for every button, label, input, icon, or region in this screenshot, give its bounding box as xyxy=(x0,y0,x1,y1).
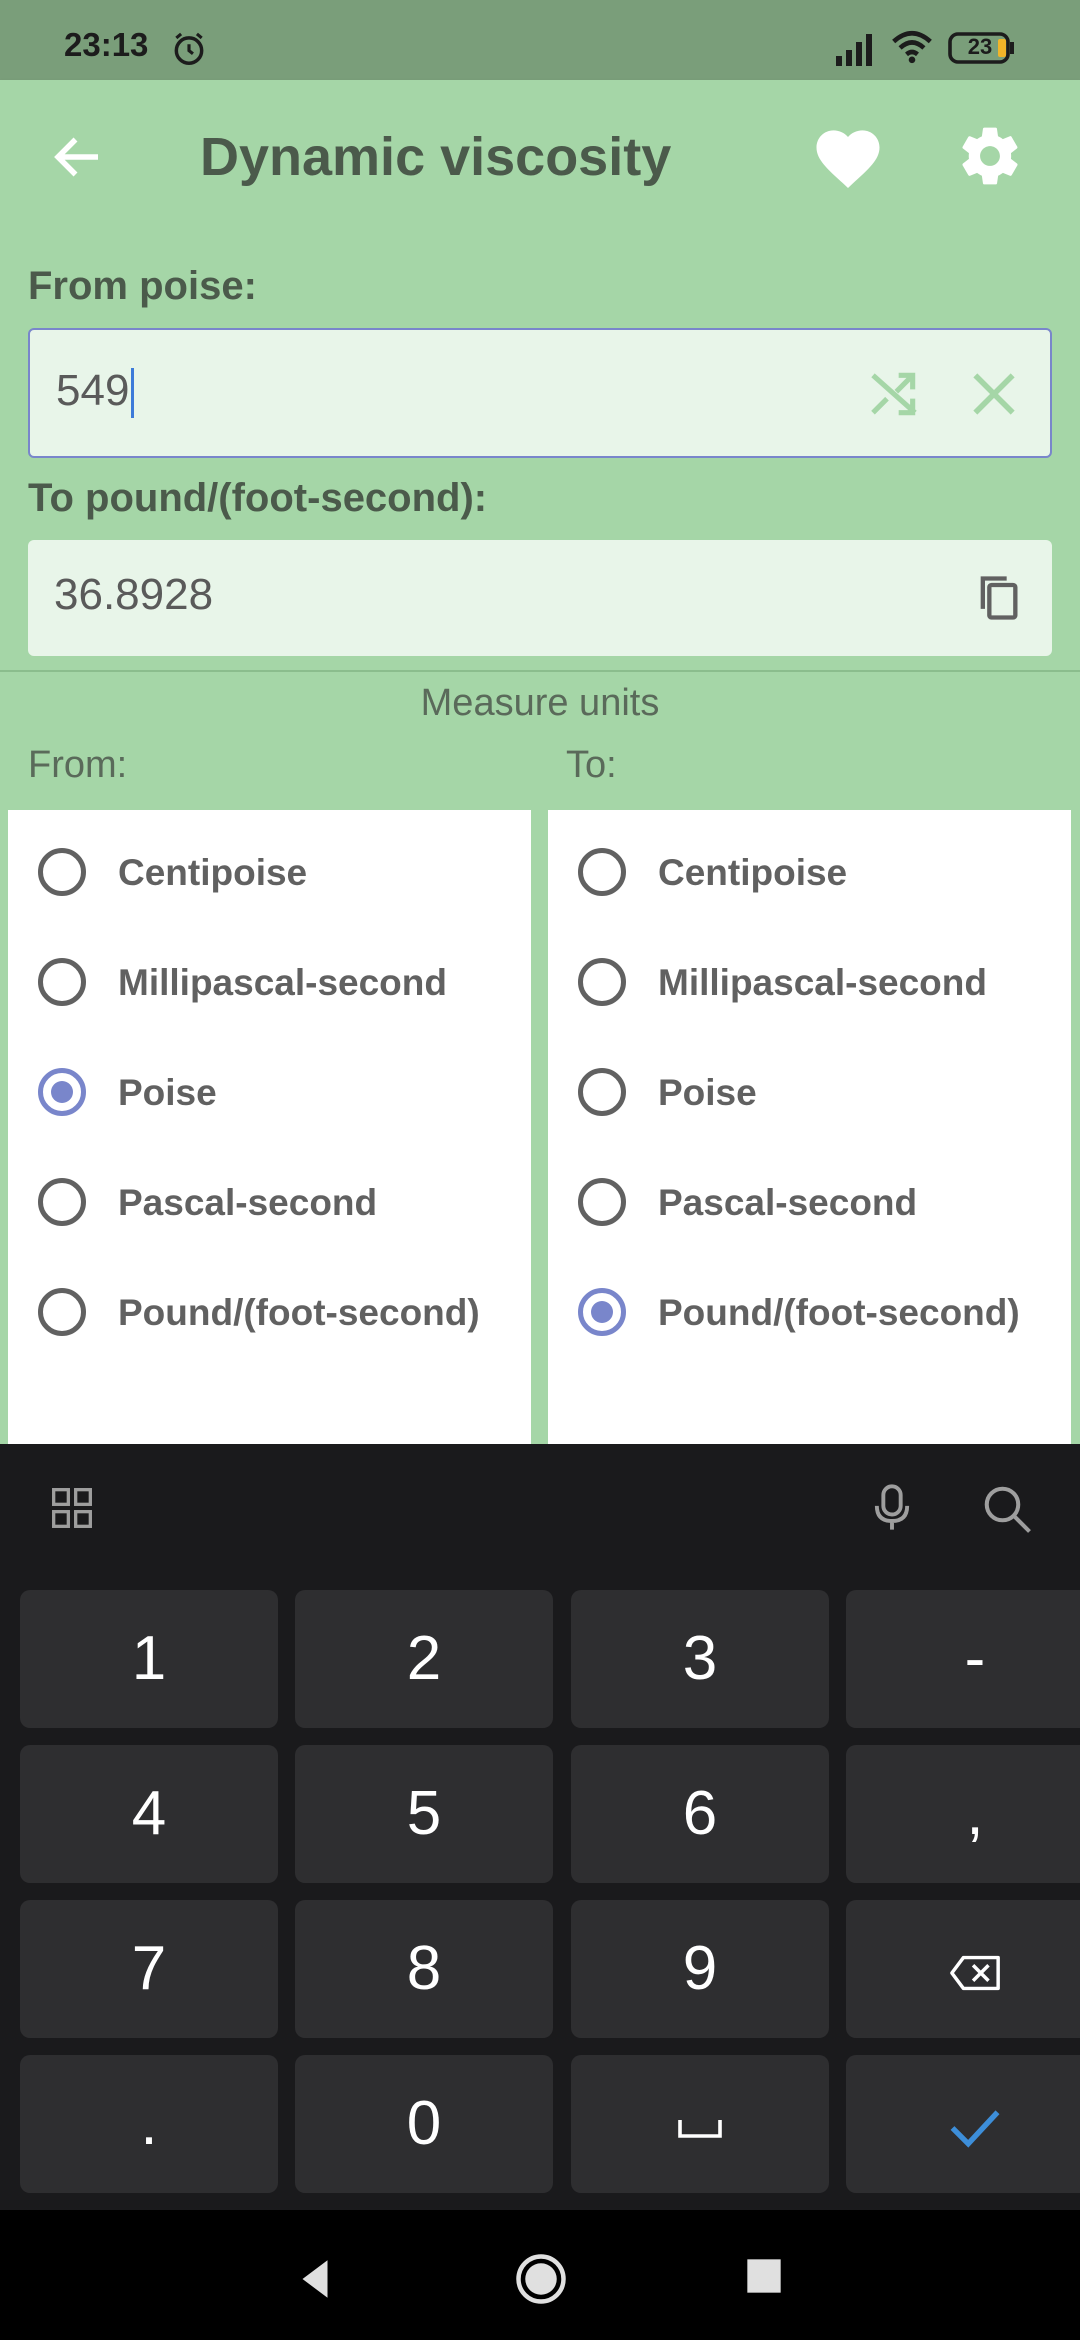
unit-label: Poise xyxy=(118,1072,217,1113)
radio-button[interactable] xyxy=(578,1068,626,1116)
nav-recent-apps-icon[interactable] xyxy=(744,2256,784,2296)
from-unit-poise[interactable]: Poise xyxy=(8,1042,531,1142)
radio-button-selected[interactable] xyxy=(38,1068,86,1116)
page-title: Dynamic viscosity xyxy=(200,127,672,187)
heart-icon[interactable] xyxy=(812,124,884,192)
wifi-icon xyxy=(892,30,932,64)
radio-button[interactable] xyxy=(38,1288,86,1336)
unit-label: Pound/(foot-second) xyxy=(658,1292,1020,1333)
key-5[interactable]: 5 xyxy=(295,1745,553,1883)
key-0[interactable]: 0 xyxy=(295,2055,553,2193)
status-time: 23:13 xyxy=(64,26,149,63)
back-arrow-icon[interactable] xyxy=(48,124,108,190)
key-backspace[interactable] xyxy=(846,1900,1080,2038)
app-bar: Dynamic viscosity xyxy=(0,80,1080,234)
grid-icon[interactable] xyxy=(50,1486,94,1530)
nav-back-icon[interactable] xyxy=(290,2254,340,2304)
to-unit-pound-foot-second[interactable]: Pound/(foot-second) xyxy=(548,1262,1071,1362)
to-unit-pascal-second[interactable]: Pascal-second xyxy=(548,1152,1071,1252)
text-caret xyxy=(131,368,135,419)
input-value-text: 549 xyxy=(56,366,130,415)
key-2[interactable]: 2 xyxy=(295,1590,553,1728)
key-4[interactable]: 4 xyxy=(20,1745,278,1883)
copy-icon[interactable] xyxy=(972,570,1024,626)
shuffle-icon[interactable] xyxy=(866,366,922,422)
key-7[interactable]: 7 xyxy=(20,1900,278,2038)
to-unit-millipascal-second[interactable]: Millipascal-second xyxy=(548,932,1071,1032)
space-icon xyxy=(678,2119,722,2138)
key-1[interactable]: 1 xyxy=(20,1590,278,1728)
radio-button[interactable] xyxy=(578,958,626,1006)
radio-button[interactable] xyxy=(38,958,86,1006)
key-period[interactable]: . xyxy=(20,2055,278,2193)
from-value-input[interactable]: 549 xyxy=(28,328,1052,458)
gear-icon[interactable] xyxy=(956,122,1024,190)
result-field: 36.8928 xyxy=(28,540,1052,656)
battery-level: 23 xyxy=(967,34,993,59)
signal-icon xyxy=(836,34,872,66)
checkmark-icon xyxy=(950,2110,1000,2148)
unit-label: Poise xyxy=(658,1072,757,1113)
microphone-icon[interactable] xyxy=(866,1480,918,1536)
key-minus[interactable]: - xyxy=(846,1590,1080,1728)
unit-label: Millipascal-second xyxy=(658,962,987,1003)
unit-label: Millipascal-second xyxy=(118,962,447,1003)
key-comma[interactable]: , xyxy=(846,1745,1080,1883)
to-value-label: To pound/(foot-second): xyxy=(28,476,488,520)
divider xyxy=(0,670,1080,672)
radio-button[interactable] xyxy=(578,848,626,896)
from-unit-pascal-second[interactable]: Pascal-second xyxy=(8,1152,531,1252)
radio-button[interactable] xyxy=(578,1178,626,1226)
unit-label: Centipoise xyxy=(658,852,848,893)
radio-button[interactable] xyxy=(38,1178,86,1226)
from-units-label: From: xyxy=(28,744,128,786)
to-units-label: To: xyxy=(566,744,617,786)
to-units-list: Centipoise Millipascal-second Poise Pasc… xyxy=(548,810,1071,1444)
key-done[interactable] xyxy=(846,2055,1080,2193)
unit-label: Pascal-second xyxy=(658,1182,918,1223)
radio-button[interactable] xyxy=(38,848,86,896)
key-6[interactable]: 6 xyxy=(571,1745,829,1883)
from-unit-centipoise[interactable]: Centipoise xyxy=(8,822,531,922)
numeric-keyboard: 1 2 3 - 4 5 6 , 7 8 9 . 0 xyxy=(0,1444,1080,2210)
conversion-form: From poise: 549 To pound/(foot-second): … xyxy=(0,234,1080,670)
close-icon[interactable] xyxy=(966,366,1022,422)
alarm-icon xyxy=(174,32,204,65)
key-space[interactable] xyxy=(571,2055,829,2193)
key-3[interactable]: 3 xyxy=(571,1590,829,1728)
from-units-list: Centipoise Millipascal-second Poise Pasc… xyxy=(8,810,531,1444)
backspace-icon xyxy=(950,1955,1000,1990)
unit-label: Pascal-second xyxy=(118,1182,378,1223)
status-bar: 23:13 23 xyxy=(0,0,1080,80)
measure-units-title: Measure units xyxy=(420,682,660,724)
unit-label: Centipoise xyxy=(118,852,308,893)
to-unit-poise[interactable]: Poise xyxy=(548,1042,1071,1142)
key-9[interactable]: 9 xyxy=(571,1900,829,2038)
from-value-label: From poise: xyxy=(28,264,257,308)
from-unit-millipascal-second[interactable]: Millipascal-second xyxy=(8,932,531,1032)
radio-button-selected[interactable] xyxy=(578,1288,626,1336)
key-8[interactable]: 8 xyxy=(295,1900,553,2038)
result-value: 36.8928 xyxy=(54,570,214,619)
nav-home-icon[interactable] xyxy=(514,2252,568,2306)
from-unit-pound-foot-second[interactable]: Pound/(foot-second) xyxy=(8,1262,531,1362)
to-unit-centipoise[interactable]: Centipoise xyxy=(548,822,1071,922)
unit-label: Pound/(foot-second) xyxy=(118,1292,480,1333)
navigation-bar xyxy=(0,2210,1080,2340)
search-icon[interactable] xyxy=(980,1482,1034,1536)
